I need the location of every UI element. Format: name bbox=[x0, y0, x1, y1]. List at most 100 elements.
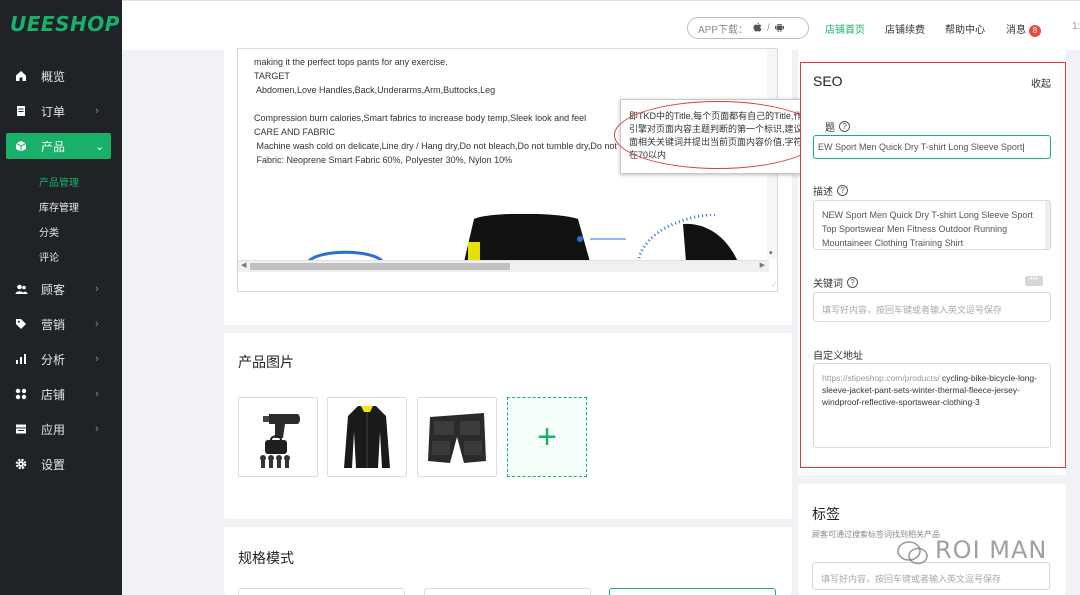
sidebar-subitem-reviews[interactable]: 评论 bbox=[39, 249, 59, 264]
keywords-label-text: 关键词 bbox=[813, 279, 843, 290]
users-icon bbox=[14, 282, 28, 296]
sidebar-item-overview[interactable]: 概览 bbox=[0, 63, 122, 89]
text-cursor: | bbox=[1022, 142, 1025, 152]
chevron-right-icon: › bbox=[95, 353, 99, 365]
editor-line: TARGET bbox=[254, 71, 290, 81]
sidebar-item-orders[interactable]: 订单 › bbox=[0, 98, 122, 124]
description-label: 描述 ? bbox=[813, 183, 848, 198]
sidebar-item-label: 概览 bbox=[41, 69, 66, 84]
sidebar-item-label: 顾客 bbox=[41, 282, 66, 297]
app-download-pill[interactable]: APP下载： / bbox=[687, 17, 809, 39]
add-image-button[interactable]: + bbox=[507, 397, 587, 477]
order-icon bbox=[14, 104, 28, 118]
massage-gun-image bbox=[260, 414, 300, 468]
keywords-placeholder: 填写好内容，按回车键或者输入英文逗号保存 bbox=[822, 305, 1003, 315]
tags-title: 标签 bbox=[812, 506, 840, 522]
wechat-icon bbox=[896, 540, 930, 569]
sidebar-item-settings[interactable]: 设置 bbox=[0, 451, 122, 477]
tags-input[interactable]: 填写好内容，按回车键或者输入英文逗号保存 bbox=[812, 562, 1050, 590]
black-jacket-image bbox=[344, 406, 390, 468]
product-images-title: 产品图片 bbox=[238, 354, 294, 370]
editor-horizontal-scrollbar[interactable]: ◀ ▶ bbox=[238, 260, 769, 272]
sidebar-item-apps[interactable]: 应用 › bbox=[0, 416, 122, 442]
android-icon[interactable] bbox=[774, 22, 784, 35]
spec-option-selected[interactable] bbox=[609, 588, 776, 595]
app-icon bbox=[14, 422, 28, 436]
product-thumb-pants[interactable] bbox=[417, 397, 497, 477]
sidebar-item-label: 店铺 bbox=[41, 387, 66, 402]
store-renew-link[interactable]: 店铺续费 bbox=[885, 21, 925, 36]
specs-title: 规格模式 bbox=[238, 550, 294, 566]
more-options-icon[interactable]: ••• bbox=[1025, 275, 1043, 286]
help-center-link[interactable]: 帮助中心 bbox=[945, 21, 985, 36]
seo-title-label-text: 题 bbox=[825, 123, 835, 134]
seo-title-input[interactable]: EW Sport Men Quick Dry T-shirt Long Slee… bbox=[813, 135, 1051, 159]
url-prefix: https://stipeshop.com/products/ bbox=[822, 373, 940, 383]
messages-label: 消息 bbox=[1006, 25, 1026, 36]
apple-icon[interactable] bbox=[753, 22, 762, 35]
message-count-badge: 8 bbox=[1029, 25, 1041, 37]
chevron-down-icon: ⌄ bbox=[95, 140, 105, 153]
textarea-scrollbar[interactable] bbox=[1045, 201, 1050, 249]
ueeshop-logo[interactable]: UEESHOP bbox=[10, 12, 120, 36]
tags-hint: 顾客可通过搜索标签词找到相关产品 bbox=[812, 530, 940, 539]
sidebar-item-customers[interactable]: 顾客 › bbox=[0, 276, 122, 302]
product-thumb-massage-gun[interactable] bbox=[238, 397, 318, 477]
sidebar-item-store[interactable]: 店铺 › bbox=[0, 381, 122, 407]
help-icon[interactable]: ? bbox=[847, 277, 858, 288]
sidebar-item-label: 订单 bbox=[41, 104, 66, 119]
help-icon[interactable]: ? bbox=[837, 185, 848, 196]
sidebar-item-label: 应用 bbox=[41, 422, 66, 437]
spec-option[interactable] bbox=[424, 588, 591, 595]
specs-card bbox=[224, 527, 792, 595]
spec-option[interactable] bbox=[238, 588, 405, 595]
chevron-right-icon: › bbox=[95, 105, 99, 117]
custom-url-input[interactable]: https://stipeshop.com/products/ cycling-… bbox=[813, 363, 1051, 448]
product-thumb-jacket[interactable] bbox=[327, 397, 407, 477]
editor-line: Abdomen,Love Handles,Back,Underarms,Arm,… bbox=[254, 85, 496, 95]
tags-placeholder: 填写好内容，按回车键或者输入英文逗号保存 bbox=[821, 574, 1002, 584]
scroll-down-arrow-icon[interactable]: ▾ bbox=[769, 249, 773, 257]
seo-panel: SEO 收起 题 ? EW Sport Men Quick Dry T-shir… bbox=[800, 62, 1066, 468]
messages-link[interactable]: 消息 8 bbox=[1006, 21, 1041, 37]
scroll-left-arrow-icon[interactable]: ◀ bbox=[241, 261, 246, 269]
keywords-input[interactable]: 填写好内容，按回车键或者输入英文逗号保存 bbox=[813, 292, 1051, 322]
collapse-button[interactable]: 收起 bbox=[1031, 75, 1051, 90]
seo-title-label: 题 ? bbox=[825, 119, 850, 134]
sidebar-item-marketing[interactable]: 营销 › bbox=[0, 311, 122, 337]
sidebar-item-label: 分析 bbox=[41, 352, 66, 367]
sidebar: UEESHOP 概览 订单 › 产品 ⌄ 产品管理 库存管理 分类 评论 顾客 … bbox=[0, 0, 122, 595]
sidebar-item-label: 设置 bbox=[41, 457, 66, 472]
seo-description-textarea[interactable]: NEW Sport Men Quick Dry T-shirt Long Sle… bbox=[813, 200, 1051, 250]
sidebar-subitem-inventory[interactable]: 库存管理 bbox=[39, 199, 79, 214]
keywords-label: 关键词 ? bbox=[813, 275, 858, 290]
description-label-text: 描述 bbox=[813, 187, 833, 198]
chevron-right-icon: › bbox=[95, 283, 99, 295]
sidebar-item-products[interactable]: 产品 ⌄ bbox=[6, 133, 111, 159]
seo-title-value: EW Sport Men Quick Dry T-shirt Long Slee… bbox=[818, 142, 1023, 152]
sidebar-item-analytics[interactable]: 分析 › bbox=[0, 346, 122, 372]
sidebar-subitem-categories[interactable]: 分类 bbox=[39, 224, 59, 239]
store-home-link[interactable]: 店铺首页 bbox=[825, 21, 865, 36]
chevron-right-icon: › bbox=[95, 423, 99, 435]
help-icon[interactable]: ? bbox=[839, 121, 850, 132]
separator: / bbox=[767, 22, 770, 34]
topbar-overflow-text: 1: bbox=[1072, 21, 1080, 32]
scroll-right-arrow-icon[interactable]: ▶ bbox=[760, 261, 765, 269]
seo-title: SEO bbox=[813, 73, 843, 89]
editor-cutoff-line bbox=[254, 49, 754, 52]
custom-url-label: 自定义地址 bbox=[813, 351, 863, 362]
chevron-right-icon: › bbox=[95, 318, 99, 330]
resize-handle-icon[interactable]: ∕ bbox=[774, 280, 775, 289]
scrollbar-thumb[interactable] bbox=[250, 263, 510, 270]
app-download-label: APP下载： bbox=[698, 24, 749, 36]
editor-product-image bbox=[238, 214, 777, 264]
grid-icon bbox=[14, 387, 28, 401]
sidebar-subitem-product-management[interactable]: 产品管理 bbox=[39, 174, 79, 189]
bar-chart-icon bbox=[14, 352, 28, 366]
editor-line: making it the perfect tops pants for any… bbox=[254, 57, 448, 67]
black-pants-image bbox=[428, 413, 486, 463]
tag-icon bbox=[14, 317, 28, 331]
watermark-text: ROI MAN bbox=[935, 536, 1048, 564]
sidebar-item-label: 营销 bbox=[41, 317, 66, 332]
